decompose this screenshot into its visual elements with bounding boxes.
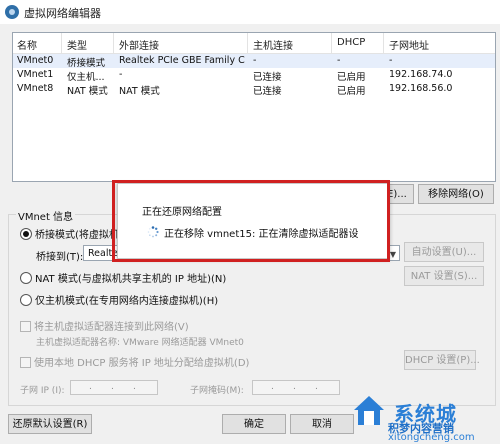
host-only-radio[interactable]: 仅主机模式(在专用网络内连接虚拟机)(H) [20,292,218,307]
use-dhcp-checkbox[interactable]: 使用本地 DHCP 服务将 IP 地址分配给虚拟机(D) [20,354,249,369]
cell-name: VMnet1 [17,69,54,80]
title-bar: 虚拟网络编辑器 [0,0,500,24]
ok-button[interactable]: 确定 [222,414,286,434]
chevron-down-icon: ▼ [389,250,396,259]
radio-selected-icon [20,228,32,240]
cell-name: VMnet0 [17,55,54,66]
cell-external: - [119,69,123,80]
table-header: 名称 类型 外部连接 主机连接 DHCP 子网地址 [13,33,495,54]
nat-mode-radio[interactable]: NAT 模式(与虚拟机共享主机的 IP 地址)(N) [20,270,226,285]
checkbox-icon [20,357,31,368]
site-watermark: 系统城 积梦内容营销 xitongcheng.com [350,388,500,444]
cell-dhcp: 已启用 [337,72,366,83]
restore-defaults-button[interactable]: 还原默认设置(R) [8,414,92,434]
nat-mode-label: NAT 模式(与虚拟机共享主机的 IP 地址)(N) [35,274,227,285]
spinner-icon [147,226,159,238]
radio-icon [20,272,32,284]
bridge-to-label: 桥接到(T): [36,252,84,263]
column-header-external[interactable]: 外部连接 [119,37,159,52]
network-table: 名称 类型 外部连接 主机连接 DHCP 子网地址 VMnet0 桥接模式 Re… [12,32,496,182]
subnet-mask-field[interactable]: ... [252,380,340,395]
column-header-dhcp[interactable]: DHCP [337,37,365,48]
nat-settings-button[interactable]: NAT 设置(S)... [404,266,484,286]
column-header-name[interactable]: 名称 [17,37,37,52]
cell-host: 已连接 [253,86,282,97]
cell-dhcp: - [337,55,341,66]
column-header-type[interactable]: 类型 [67,37,87,52]
cell-subnet: - [389,55,393,66]
cell-external: Realtek PCIe GBE Family Co... [119,55,245,66]
cell-name: VMnet8 [17,83,54,94]
column-header-host[interactable]: 主机连接 [253,37,293,52]
radio-icon [20,294,32,306]
table-row[interactable]: VMnet0 桥接模式 Realtek PCIe GBE Family Co..… [13,54,495,69]
cell-host: - [253,55,257,66]
table-row[interactable]: VMnet8 NAT 模式 NAT 模式 已连接 已启用 192.168.56.… [13,82,495,97]
column-header-subnet[interactable]: 子网地址 [389,37,429,52]
dialog-message: 正在移除 vmnet15: 正在清除虚拟适配器设 [164,229,359,240]
adapter-name-text: 主机虚拟适配器名称: VMware 网络适配器 VMnet0 [36,338,244,348]
use-dhcp-label: 使用本地 DHCP 服务将 IP 地址分配给虚拟机(D) [34,358,250,369]
remove-network-button[interactable]: 移除网络(O) [418,184,494,204]
cell-type: 仅主机... [67,72,105,83]
cell-dhcp: 已启用 [337,86,366,97]
cell-subnet: 192.168.56.0 [389,83,453,94]
auto-settings-button[interactable]: 自动设置(U)... [404,242,484,262]
cancel-button[interactable]: 取消 [290,414,354,434]
dhcp-settings-button[interactable]: DHCP 设置(P)... [404,350,480,370]
dialog-title: 正在还原网络配置 [142,207,222,218]
subnet-mask-label: 子网掩码(M): [190,386,244,396]
window-title: 虚拟网络编辑器 [24,7,101,20]
host-only-label: 仅主机模式(在专用网络内连接虚拟机)(H) [35,296,219,307]
connect-adapter-label: 将主机虚拟适配器连接到此网络(V) [34,322,189,333]
connect-adapter-checkbox[interactable]: 将主机虚拟适配器连接到此网络(V) [20,318,189,333]
checkbox-icon [20,321,31,332]
cell-external: NAT 模式 [119,86,160,97]
vmware-app-icon [5,5,19,19]
house-logo-icon [354,396,384,425]
cell-type: NAT 模式 [67,86,108,97]
virtual-network-editor-window: 虚拟网络编辑器 名称 类型 外部连接 主机连接 DHCP 子网地址 VMnet0… [0,0,500,444]
subnet-ip-label: 子网 IP (I): [20,386,65,396]
watermark-url: xitongcheng.com [388,432,475,443]
table-row[interactable]: VMnet1 仅主机... - 已连接 已启用 192.168.74.0 [13,68,495,83]
cell-subnet: 192.168.74.0 [389,69,453,80]
cell-type: 桥接模式 [67,58,106,69]
cell-host: 已连接 [253,72,282,83]
subnet-ip-field[interactable]: ... [70,380,158,395]
vmnet-info-label: VMnet 信息 [16,208,76,223]
restore-progress-dialog: 正在还原网络配置 正在移除 vmnet15: 正在清除虚拟适配器设 [117,183,390,259]
